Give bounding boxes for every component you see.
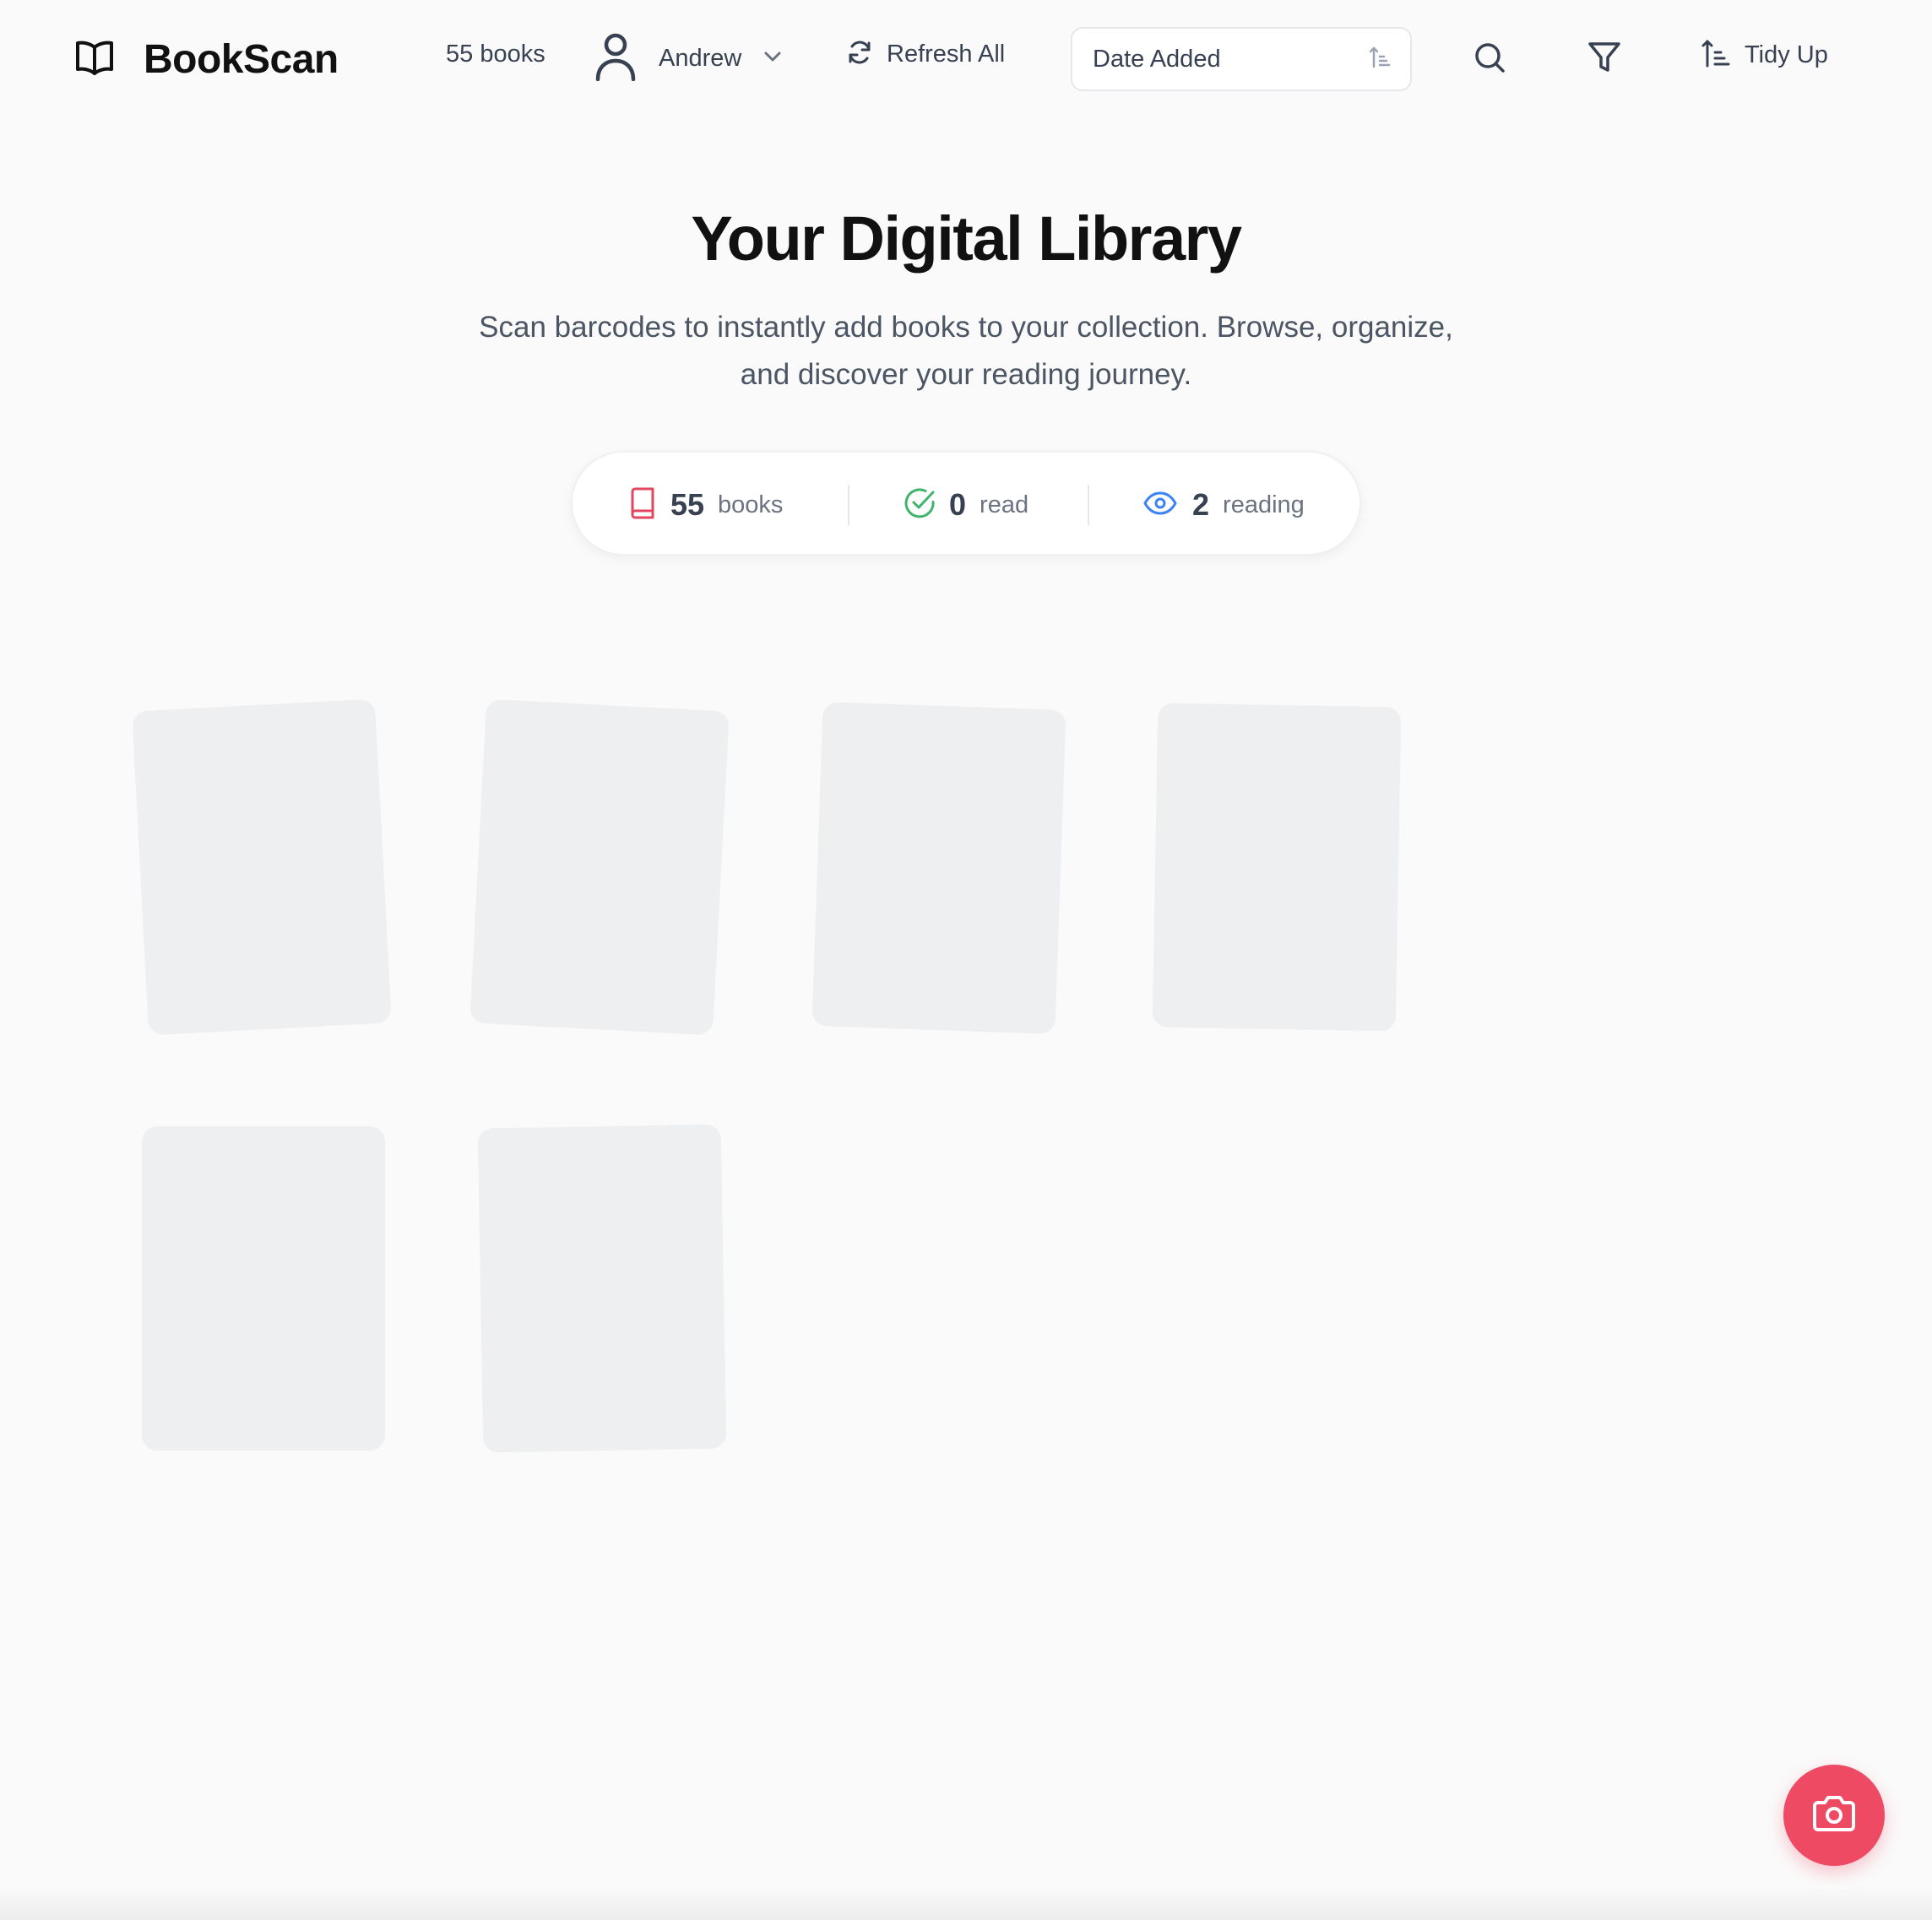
top-bar: BookScan 55 books Andrew Refresh All Dat… [0,0,1932,118]
book-card-placeholder[interactable] [469,698,730,1036]
stat-reading: 2 reading [1143,453,1305,557]
book-card-placeholder[interactable] [142,1126,385,1451]
book-card-placeholder[interactable] [477,1124,727,1453]
page-subtitle-line: and discover your reading journey. [740,358,1192,391]
stat-read: 0 read [904,453,1028,557]
stat-label: read [980,491,1029,518]
camera-icon [1811,1794,1857,1837]
tidy-up-label: Tidy Up [1745,41,1828,68]
stat-value: 2 [1192,487,1210,522]
stat-divider [848,485,849,525]
check-circle-icon [904,487,936,523]
eye-icon [1143,491,1177,520]
stats-summary: 55 books 0 read 2 reading [571,451,1361,556]
stat-label: reading [1223,491,1305,518]
stat-divider [1088,485,1089,525]
search-icon [1473,41,1506,78]
book-count: 55 books [446,41,545,68]
sort-ascending-icon[interactable] [1368,46,1392,73]
book-icon [630,487,655,523]
page-subtitle: Scan barcodes to instantly add books to … [388,304,1544,399]
brand[interactable]: BookScan [74,34,339,84]
page-title: Your Digital Library [691,203,1242,274]
page: BookScan 55 books Andrew Refresh All Dat… [0,0,1932,1920]
bottom-edge [0,1886,1932,1920]
refresh-all-button[interactable]: Refresh All [846,39,1005,70]
sort-value: Date Added [1093,45,1221,73]
stat-books: 55 books [630,453,783,557]
stat-value: 55 [670,487,705,522]
book-card-placeholder[interactable] [132,698,392,1036]
brand-name: BookScan [144,36,339,82]
chevron-down-icon [763,51,782,67]
user-menu[interactable]: Andrew [594,30,782,86]
user-name: Andrew [659,44,742,72]
sort-ascending-icon [1701,39,1731,72]
scan-barcode-button[interactable] [1783,1765,1885,1866]
refresh-icon [846,39,873,70]
sort-select[interactable]: Date Added [1071,27,1412,91]
search-button[interactable] [1469,39,1510,79]
stat-label: books [718,491,784,518]
page-subtitle-line: Scan barcodes to instantly add books to … [479,311,1453,344]
refresh-all-label: Refresh All [887,41,1006,68]
book-card-placeholder[interactable] [1152,702,1402,1032]
user-icon [594,32,637,85]
open-book-icon [74,39,115,80]
filter-icon [1587,41,1621,78]
tidy-up-button[interactable]: Tidy Up [1701,39,1828,72]
stat-value: 0 [949,487,967,522]
filter-button[interactable] [1584,39,1625,79]
book-card-placeholder[interactable] [811,702,1066,1034]
